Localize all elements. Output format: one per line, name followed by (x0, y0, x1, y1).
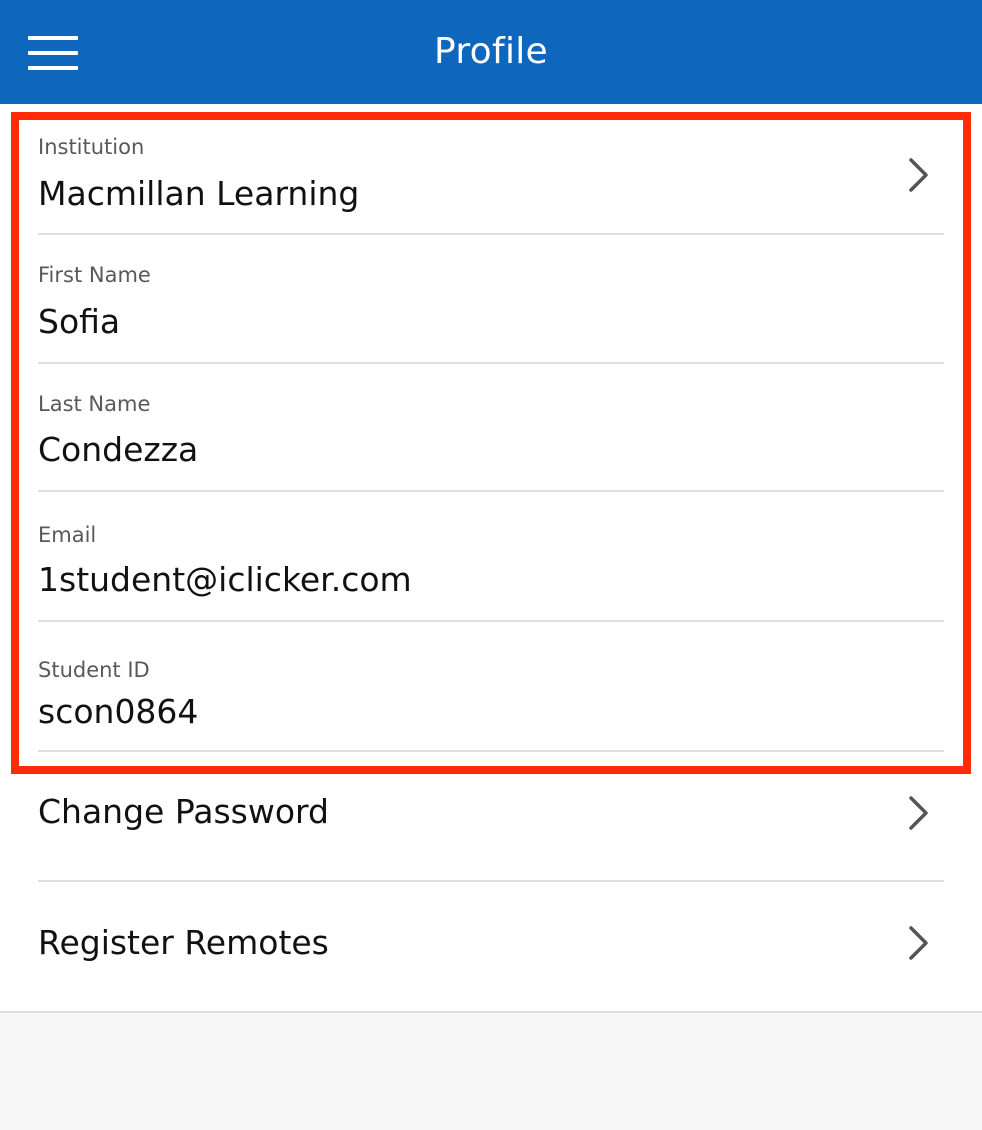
last-name-value[interactable]: Condezza (38, 430, 198, 469)
chevron-right-icon (909, 158, 928, 192)
first-name-value[interactable]: Sofia (38, 302, 120, 341)
chevron-right-icon (909, 926, 928, 960)
email-row[interactable]: Email 1student@iclicker.com (38, 492, 944, 622)
app-header: Profile (0, 0, 982, 104)
institution-row[interactable]: Institution Macmillan Learning (38, 104, 944, 235)
register-remotes-label: Register Remotes (38, 923, 329, 962)
first-name-label: First Name (38, 263, 151, 287)
student-id-row[interactable]: Student ID scon0864 (38, 622, 944, 752)
first-name-row[interactable]: First Name Sofia (38, 235, 944, 364)
last-name-row[interactable]: Last Name Condezza (38, 364, 944, 492)
student-id-value[interactable]: scon0864 (38, 692, 198, 731)
institution-value: Macmillan Learning (38, 174, 360, 213)
change-password-row[interactable]: Change Password (38, 752, 944, 882)
email-label: Email (38, 523, 97, 547)
register-remotes-row[interactable]: Register Remotes (38, 882, 944, 1011)
chevron-right-icon (909, 796, 928, 830)
institution-label: Institution (38, 135, 145, 159)
student-id-label: Student ID (38, 658, 150, 682)
profile-content: Institution Macmillan Learning First Nam… (0, 104, 982, 1013)
page-title: Profile (433, 31, 549, 72)
change-password-label: Change Password (38, 792, 329, 831)
email-value[interactable]: 1student@iclicker.com (38, 560, 412, 599)
last-name-label: Last Name (38, 392, 151, 416)
